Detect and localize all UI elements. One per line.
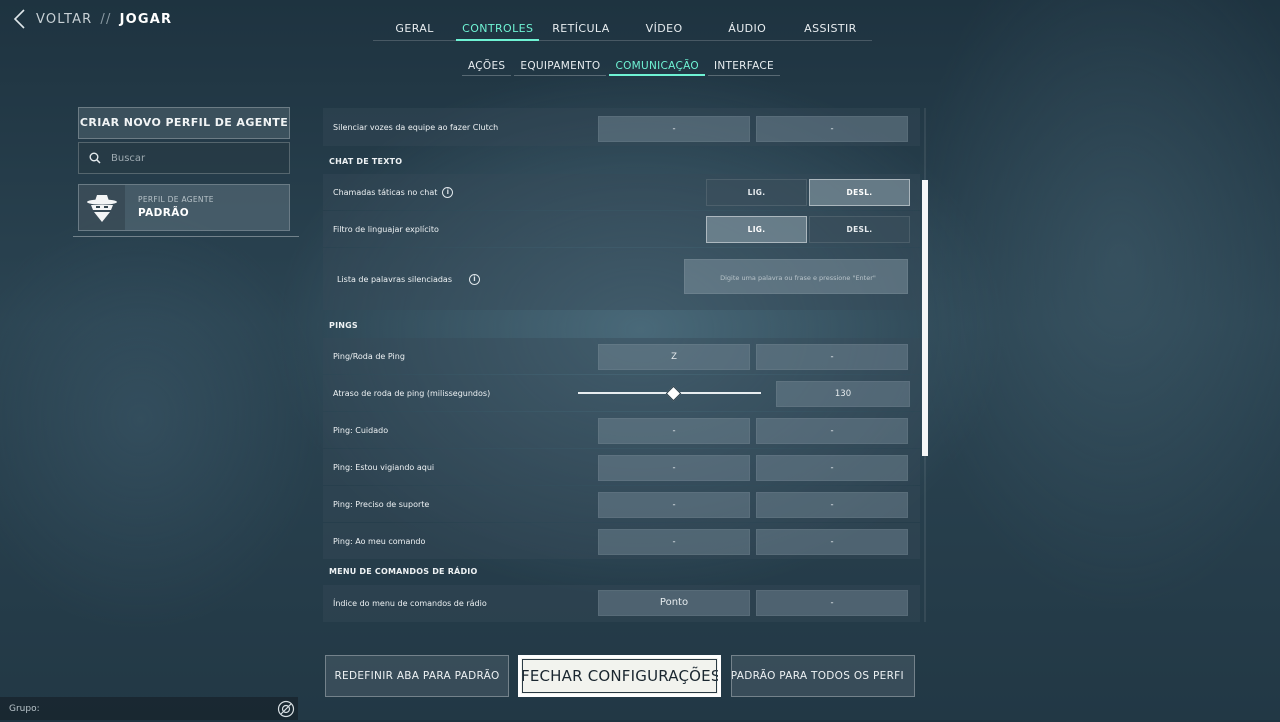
search-input[interactable] [109, 151, 273, 165]
setting-row-tactical-calls: Chamadas táticas no chat i LIG. DESL. [323, 174, 920, 210]
setting-label: Filtro de linguajar explícito [333, 224, 439, 234]
keybind-primary[interactable]: - [598, 492, 750, 518]
tab-geral[interactable]: GERAL [373, 18, 456, 40]
agent-profile-icon [79, 185, 125, 230]
keybind-secondary[interactable]: - [756, 418, 908, 444]
settings-list: Silenciar vozes da equipe ao fazer Clutc… [323, 108, 920, 622]
subtab-comunicacao[interactable]: COMUNICAÇÃO [609, 58, 705, 76]
setting-row-ping-support: Ping: Preciso de suporte - - [323, 486, 920, 522]
keybind-secondary[interactable]: - [756, 492, 908, 518]
setting-row-explicit-filter: Filtro de linguajar explícito LIG. DESL. [323, 211, 920, 247]
breadcrumb: VOLTAR // JOGAR [12, 8, 172, 30]
setting-label-wrap: Lista de palavras silenciadas i [337, 248, 480, 310]
tab-controles[interactable]: CONTROLES [456, 18, 540, 41]
keybind-primary[interactable]: - [598, 455, 750, 481]
toggle-off[interactable]: DESL. [809, 216, 910, 243]
setting-label: Chamadas táticas no chat [333, 187, 438, 197]
tab-assistir[interactable]: ASSISTIR [789, 18, 872, 40]
divider [73, 236, 299, 237]
search-icon [89, 149, 101, 168]
toggle-off[interactable]: DESL. [809, 179, 910, 206]
toggle-on[interactable]: LIG. [706, 216, 807, 243]
keybind-secondary[interactable]: - [756, 529, 908, 555]
tab-video[interactable]: VÍDEO [623, 18, 706, 40]
setting-label: Índice do menu de comandos de rádio [333, 599, 487, 608]
scrollbar-thumb[interactable] [922, 180, 928, 456]
setting-row-ping-caution: Ping: Cuidado - - [323, 412, 920, 448]
setting-row-ping-wheel: Ping/Roda de Ping Z - [323, 338, 920, 374]
keybind-primary[interactable]: Ponto [598, 590, 750, 616]
profile-kind-label: PERFIL DE AGENTE [138, 195, 214, 204]
tab-reticula[interactable]: RETÍCULA [539, 18, 622, 40]
breadcrumb-current: JOGAR [119, 11, 173, 27]
ping-delay-value[interactable]: 130 [776, 381, 910, 407]
muted-words-input[interactable] [685, 260, 911, 295]
keybind-primary[interactable]: - [598, 116, 750, 142]
settings-tabs: GERAL CONTROLES RETÍCULA VÍDEO ÁUDIO ASS… [373, 18, 872, 41]
reset-all-label: AR PADRÃO PARA TODOS OS PERFI [731, 670, 904, 682]
setting-label: Ping: Cuidado [333, 425, 389, 435]
setting-row-radio-index: Índice do menu de comandos de rádio Pont… [323, 585, 920, 622]
back-chevron-icon[interactable] [12, 8, 28, 30]
reset-tab-button[interactable]: REDEFINIR ABA PARA PADRÃO [325, 655, 509, 697]
section-header-text-chat: CHAT DE TEXTO [329, 157, 403, 166]
info-icon[interactable]: i [469, 273, 480, 285]
keybind-primary[interactable]: - [598, 418, 750, 444]
setting-label: Silenciar vozes da equipe ao fazer Clutc… [333, 122, 499, 132]
setting-row-silence-clutch: Silenciar vozes da equipe ao fazer Clutc… [323, 108, 920, 146]
setting-label: Ping: Ao meu comando [333, 536, 426, 546]
keybind-primary[interactable]: - [598, 529, 750, 555]
info-icon[interactable]: i [442, 186, 454, 198]
profile-search [78, 142, 290, 174]
setting-label: Ping: Preciso de suporte [333, 499, 430, 509]
muted-words-field [684, 259, 911, 295]
keybind-primary[interactable]: Z [598, 344, 750, 370]
section-header-radio: MENU DE COMANDOS DE RÁDIO [329, 567, 478, 576]
section-header-pings: PINGS [329, 321, 358, 330]
breadcrumb-separator: // [100, 11, 112, 27]
keybind-secondary[interactable]: - [756, 344, 908, 370]
keybind-secondary[interactable]: - [756, 455, 908, 481]
setting-row-muted-words: Lista de palavras silenciadas i [323, 248, 920, 310]
close-settings-button[interactable]: FECHAR CONFIGURAÇÕES [518, 655, 721, 697]
subtab-acoes[interactable]: AÇÕES [462, 58, 512, 76]
keybind-secondary[interactable]: - [756, 590, 908, 616]
slider-handle[interactable] [665, 385, 682, 402]
group-label: Grupo: [9, 703, 40, 714]
setting-label: Ping: Estou vigiando aqui [333, 462, 435, 472]
setting-label: Lista de palavras silenciadas [337, 274, 452, 284]
setting-label-wrap: Chamadas táticas no chat i [333, 174, 454, 210]
subtab-interface[interactable]: INTERFACE [707, 58, 781, 76]
setting-row-ping-delay: Atraso de roda de ping (milissegundos) 1… [323, 375, 920, 411]
setting-row-ping-watching: Ping: Estou vigiando aqui - - [323, 449, 920, 485]
reset-all-profiles-button[interactable]: AR PADRÃO PARA TODOS OS PERFI [731, 655, 915, 697]
setting-label: Ping/Roda de Ping [333, 351, 405, 361]
subtab-equipamento[interactable]: EQUIPAMENTO [514, 58, 607, 76]
setting-row-ping-command: Ping: Ao meu comando - - [323, 523, 920, 559]
agent-profile-card[interactable]: PERFIL DE AGENTE PADRÃO [78, 184, 290, 231]
back-link[interactable]: VOLTAR [36, 12, 92, 27]
tab-audio[interactable]: ÁUDIO [706, 18, 789, 40]
controls-subtabs: AÇÕES EQUIPAMENTO COMUNICAÇÃO INTERFACE [462, 58, 781, 76]
group-icon[interactable] [277, 700, 295, 718]
toggle-on[interactable]: LIG. [706, 179, 807, 206]
keybind-secondary[interactable]: - [756, 116, 908, 142]
profile-name: PADRÃO [138, 207, 190, 219]
setting-label: Atraso de roda de ping (milissegundos) [333, 388, 491, 398]
create-agent-profile-button[interactable]: CRIAR NOVO PERFIL DE AGENTE [78, 107, 290, 139]
group-bar: Grupo: [0, 697, 298, 720]
